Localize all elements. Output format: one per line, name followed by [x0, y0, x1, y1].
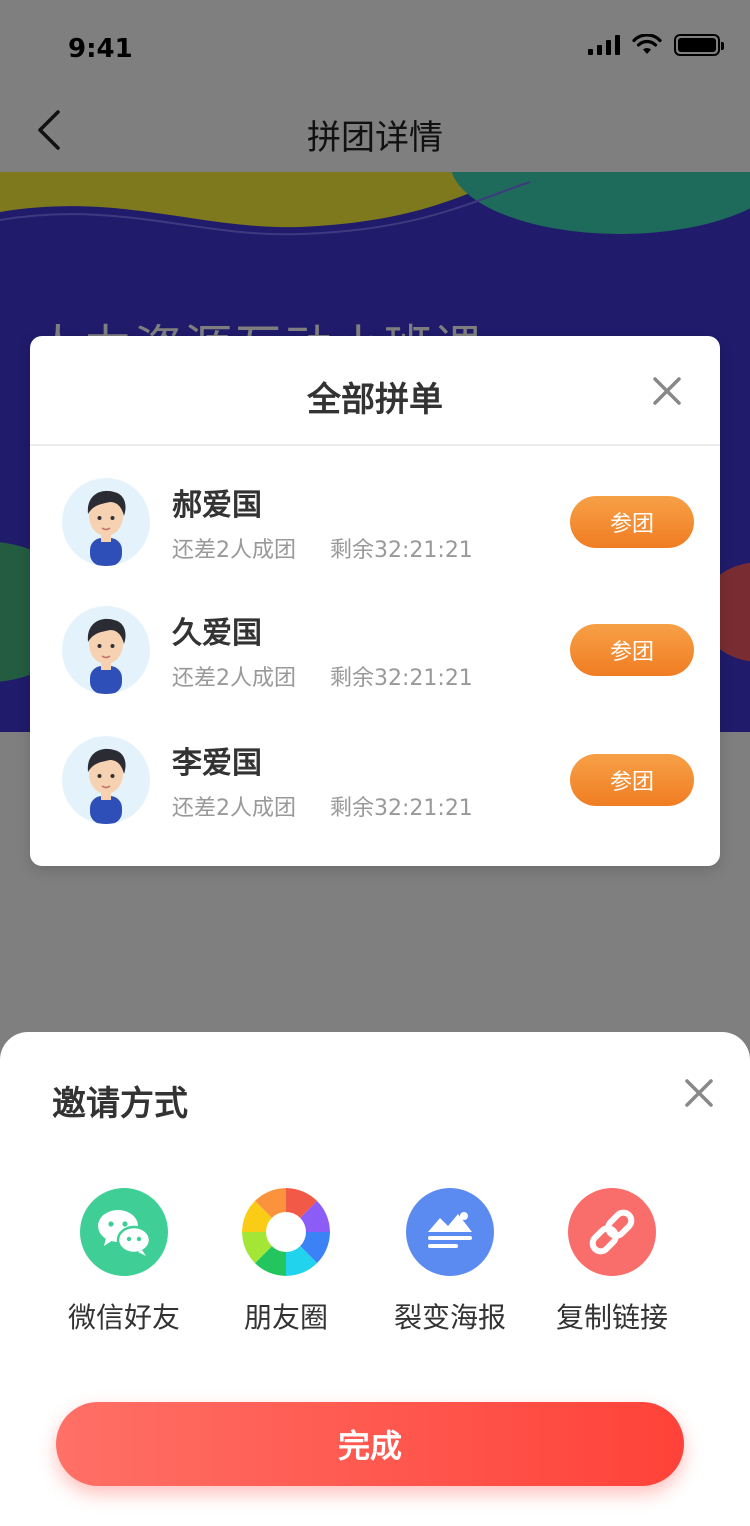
countdown-text: 剩余32:21:21 [330, 796, 473, 821]
wechat-icon [80, 1188, 168, 1276]
share-poster[interactable]: 裂变海报 [368, 1188, 532, 1338]
sheet-title: 邀请方式 [52, 1084, 188, 1124]
join-group-button[interactable]: 参团 [570, 496, 694, 548]
countdown-text: 剩余32:21:21 [330, 666, 473, 691]
group-item: 郝爱国 还差2人成团 剩余32:21:21 参团 [30, 478, 720, 578]
share-label: 朋友圈 [243, 1301, 328, 1334]
share-wechat-friend[interactable]: 微信好友 [42, 1188, 206, 1338]
member-status: 还差2人成团 [172, 666, 296, 691]
avatar [62, 736, 150, 824]
dialog-header: 全部拼单 [30, 336, 720, 446]
member-name: 李爱国 [172, 746, 262, 781]
share-copy-link[interactable]: 复制链接 [530, 1188, 694, 1338]
poster-icon [406, 1188, 494, 1276]
avatar [62, 478, 150, 566]
link-icon [568, 1188, 656, 1276]
close-icon[interactable] [652, 376, 682, 406]
member-name: 久爱国 [172, 616, 262, 651]
group-item: 李爱国 还差2人成团 剩余32:21:21 参团 [30, 736, 720, 836]
join-group-button[interactable]: 参团 [570, 624, 694, 676]
member-status: 还差2人成团 [172, 538, 296, 563]
member-name: 郝爱国 [172, 488, 262, 523]
share-moments[interactable]: 朋友圈 [204, 1188, 368, 1338]
share-label: 复制链接 [555, 1301, 668, 1334]
countdown-text: 剩余32:21:21 [330, 538, 473, 563]
join-group-button[interactable]: 参团 [570, 754, 694, 806]
moments-icon [242, 1188, 330, 1276]
member-status: 还差2人成团 [172, 796, 296, 821]
share-label: 微信好友 [67, 1301, 180, 1334]
invite-sheet: 邀请方式 微信好友 朋友圈 裂变海报 复制链接 完成 [0, 1032, 750, 1526]
close-icon[interactable] [684, 1078, 714, 1108]
done-button[interactable]: 完成 [56, 1402, 684, 1486]
share-label: 裂变海报 [393, 1301, 506, 1334]
avatar [62, 606, 150, 694]
group-item: 久爱国 还差2人成团 剩余32:21:21 参团 [30, 606, 720, 706]
dialog-title: 全部拼单 [307, 380, 443, 420]
all-groups-dialog: 全部拼单 郝爱国 还差2人成团 剩余32:21:21 参团 久爱国 还差2人成团… [30, 336, 720, 866]
